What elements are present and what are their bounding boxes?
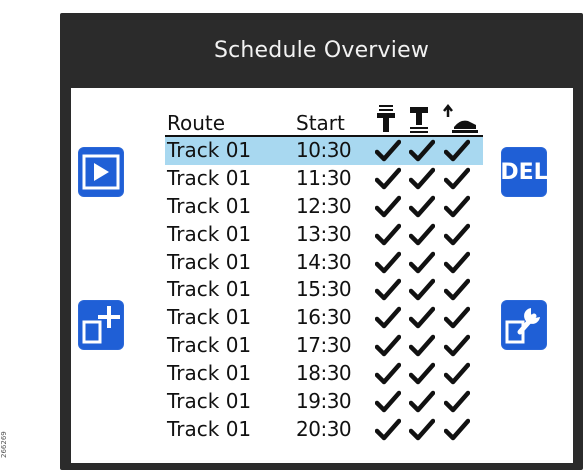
check-icon xyxy=(408,334,436,358)
check-icon xyxy=(443,251,471,275)
check-icon xyxy=(443,278,471,302)
check-icon xyxy=(408,223,436,247)
schedule-table-header: Route Start xyxy=(165,103,481,137)
start-cell: 20:30 xyxy=(296,416,352,441)
table-row[interactable]: Track 01 12:30 xyxy=(165,193,483,221)
vacuum-icon xyxy=(377,105,395,132)
check-icon xyxy=(374,334,402,358)
edit-button[interactable] xyxy=(501,300,547,350)
table-row[interactable]: Track 01 18:30 xyxy=(165,360,483,388)
column-icons xyxy=(377,103,478,133)
column-start-header: Start xyxy=(296,111,345,135)
route-cell: Track 01 xyxy=(167,333,252,358)
start-cell: 10:30 xyxy=(296,138,352,162)
check-icon xyxy=(408,195,436,219)
start-cell: 14:30 xyxy=(296,249,352,274)
check-icon xyxy=(443,195,471,219)
table-row[interactable]: Track 01 11:30 xyxy=(165,165,483,193)
robot-lift-icon xyxy=(443,103,478,133)
check-icon xyxy=(443,390,471,414)
table-row[interactable]: Track 01 14:30 xyxy=(165,249,483,277)
play-icon xyxy=(82,154,120,190)
check-icon xyxy=(408,278,436,302)
check-icon xyxy=(408,306,436,330)
start-cell: 11:30 xyxy=(296,165,352,190)
check-icon xyxy=(443,306,471,330)
check-icon xyxy=(443,167,471,191)
schedule-rows: Track 01 10:30 Track 01 11:30 Track 01 12:30 T… xyxy=(165,137,483,444)
check-icon xyxy=(374,167,402,191)
check-icon xyxy=(374,362,402,386)
check-icon xyxy=(408,362,436,386)
check-icon xyxy=(374,251,402,275)
check-icon xyxy=(408,390,436,414)
route-cell: Track 01 xyxy=(167,305,252,330)
route-cell: Track 01 xyxy=(167,416,252,441)
route-cell: Track 01 xyxy=(167,249,252,274)
check-icon xyxy=(443,223,471,247)
table-row[interactable]: Track 01 16:30 xyxy=(165,304,483,332)
table-header: Route Start xyxy=(165,103,481,137)
check-icon xyxy=(374,278,402,302)
start-cell: 13:30 xyxy=(296,221,352,246)
start-cell: 15:30 xyxy=(296,277,352,302)
check-icon xyxy=(408,139,436,163)
table-row[interactable]: Track 01 10:30 xyxy=(165,137,483,165)
add-button[interactable] xyxy=(78,300,124,350)
delete-button[interactable]: DEL xyxy=(500,147,548,197)
check-icon xyxy=(443,362,471,386)
mop-icon xyxy=(410,107,428,133)
check-icon xyxy=(374,139,402,163)
start-cell: 16:30 xyxy=(296,305,352,330)
check-icon xyxy=(374,418,402,442)
play-button[interactable] xyxy=(78,147,124,197)
route-cell: Track 01 xyxy=(167,361,252,386)
table-row[interactable]: Track 01 17:30 xyxy=(165,332,483,360)
check-icon xyxy=(408,418,436,442)
start-cell: 17:30 xyxy=(296,333,352,358)
check-icon xyxy=(408,251,436,275)
check-icon xyxy=(408,167,436,191)
wrench-icon xyxy=(505,308,540,344)
check-icon xyxy=(443,334,471,358)
check-icon xyxy=(443,139,471,163)
route-cell: Track 01 xyxy=(167,138,252,162)
table-row[interactable]: Track 01 15:30 xyxy=(165,276,483,304)
start-cell: 12:30 xyxy=(296,193,352,218)
start-cell: 18:30 xyxy=(296,361,352,386)
figure-id: 266269 xyxy=(0,431,8,458)
table-row[interactable]: Track 01 13:30 xyxy=(165,221,483,249)
route-cell: Track 01 xyxy=(167,165,252,190)
route-cell: Track 01 xyxy=(167,221,252,246)
page-title: Schedule Overview xyxy=(213,38,430,63)
table-row[interactable]: Track 01 20:30 xyxy=(165,416,483,444)
check-icon xyxy=(374,390,402,414)
check-icon xyxy=(374,195,402,219)
add-schedule-icon xyxy=(82,306,120,344)
route-cell: Track 01 xyxy=(167,277,252,302)
start-cell: 19:30 xyxy=(296,389,352,414)
route-cell: Track 01 xyxy=(167,389,252,414)
route-cell: Track 01 xyxy=(167,193,252,218)
column-route-header: Route xyxy=(167,111,226,135)
table-row[interactable]: Track 01 19:30 xyxy=(165,388,483,416)
check-icon xyxy=(374,306,402,330)
check-icon xyxy=(374,223,402,247)
check-icon xyxy=(443,418,471,442)
